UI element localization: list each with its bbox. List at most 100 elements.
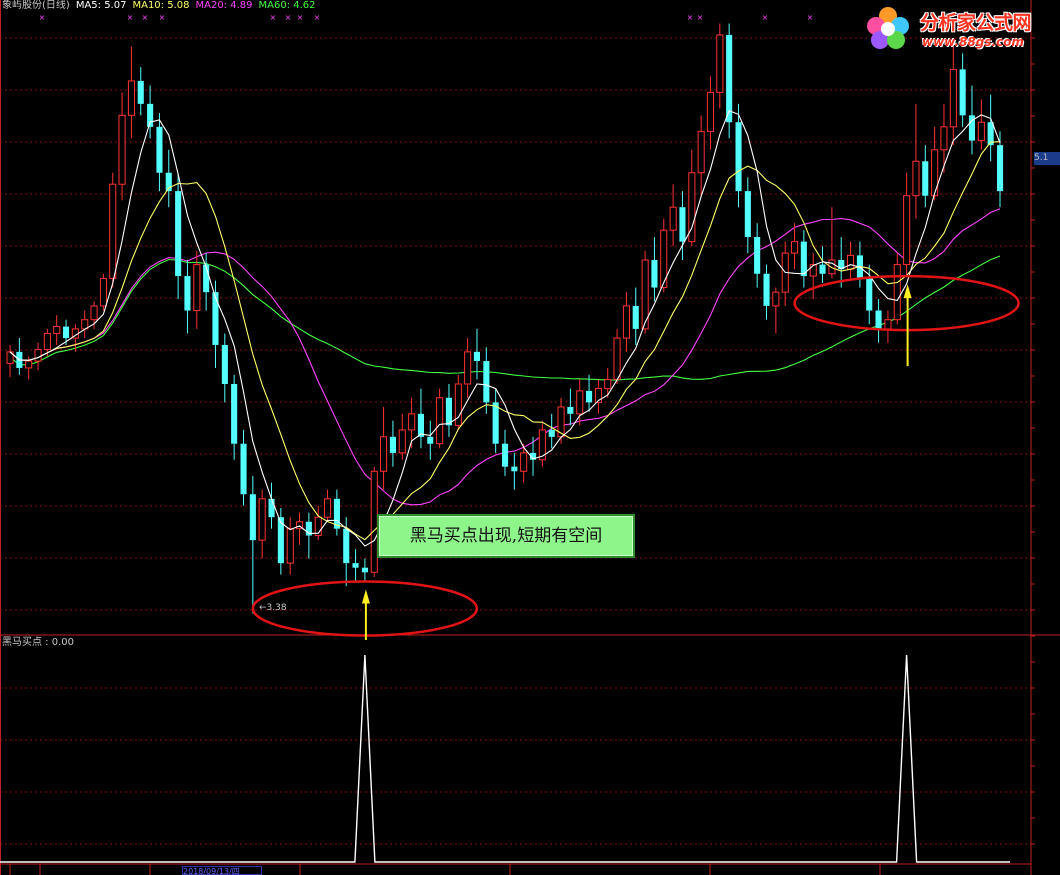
candle-up <box>884 319 892 330</box>
candle-up <box>380 436 388 472</box>
candle-up <box>90 305 98 321</box>
candle-up <box>847 254 855 270</box>
candle-up <box>893 264 901 321</box>
candle-down <box>997 145 1004 192</box>
candle-down <box>511 466 518 472</box>
candle-down <box>819 264 826 274</box>
top-x-marker: × <box>142 13 149 22</box>
candle-up <box>791 241 799 254</box>
candle-up <box>286 528 294 564</box>
buy-point-annotation: 黑马买点出现,短期有空间 <box>377 514 635 558</box>
candle-up <box>193 264 201 312</box>
candle-up <box>613 337 621 380</box>
candle-down <box>231 384 238 444</box>
candle-up <box>109 183 117 279</box>
candle-down <box>492 402 499 444</box>
candle-down <box>754 237 761 274</box>
candle-down <box>389 436 396 453</box>
candle-down <box>735 122 742 192</box>
top-x-marker: × <box>697 13 704 22</box>
candle-down <box>184 276 191 311</box>
current-price-tag: 5.1 <box>1034 152 1060 165</box>
candle-up <box>118 114 126 185</box>
ma10-line <box>9 141 1001 541</box>
top-x-marker: × <box>762 13 769 22</box>
flower-icon <box>867 7 909 49</box>
top-x-marker: × <box>314 13 321 22</box>
candle-down <box>567 406 574 414</box>
kline-stage[interactable]: × × × × × × × × × × × × <box>0 0 1060 875</box>
ma5-value: MA5: 5.07 <box>75 0 127 11</box>
low-price-marker: ←3.38 <box>259 603 287 613</box>
candle-up <box>408 413 416 431</box>
top-x-marker: × <box>687 13 694 22</box>
candle-up <box>669 206 677 231</box>
candle-up <box>912 160 920 197</box>
candle-up <box>324 498 332 518</box>
top-x-marker: × <box>159 13 166 22</box>
candle-up <box>604 378 612 390</box>
ma10-value: MA10: 5.08 <box>132 0 190 11</box>
ma10-path <box>9 141 1001 541</box>
cursor-date-label: 2018/09/13/四 <box>182 866 262 875</box>
candle-up <box>25 360 33 369</box>
top-x-marker: × <box>127 13 134 22</box>
top-x-marker: × <box>285 13 292 22</box>
candle-up <box>809 264 817 277</box>
candle-down <box>922 161 929 196</box>
ma60-path <box>9 255 1001 381</box>
candle-down <box>175 191 182 277</box>
stock-title: 象屿股份(日线) <box>2 0 70 11</box>
top-x-marker: × <box>807 13 814 22</box>
candle-down <box>959 69 966 116</box>
candle-down <box>249 494 256 541</box>
candle-down <box>361 567 368 573</box>
ma5-path <box>9 109 1001 547</box>
candle-up <box>706 91 715 132</box>
candle-up <box>931 149 939 197</box>
ma20-value: MA20: 4.89 <box>195 0 253 11</box>
candle-up <box>977 121 985 142</box>
candle-down <box>800 241 807 277</box>
logo-title: 分析家公式网 <box>920 12 1032 34</box>
top-x-marker: × <box>270 13 277 22</box>
candle-down <box>679 207 686 242</box>
indicator-header: 象屿股份(日线) MA5: 5.07 MA10: 5.08 MA20: 4.89 MA6… <box>2 0 322 12</box>
candle-up <box>258 498 266 541</box>
candle-down <box>212 292 219 345</box>
signal-arrow-head <box>361 589 370 604</box>
candle-down <box>502 443 509 467</box>
top-x-marker: × <box>297 13 304 22</box>
candle-down <box>417 413 424 437</box>
candle-down <box>483 361 490 403</box>
candle-down <box>548 429 555 437</box>
candle-up <box>43 332 51 351</box>
candle-up <box>34 349 42 362</box>
candle-down <box>744 191 751 238</box>
candle-down <box>875 310 882 329</box>
candle-up <box>949 68 957 128</box>
candle-down <box>343 528 350 564</box>
ma5-line <box>9 109 1001 547</box>
candle-down <box>586 390 593 403</box>
candle-up <box>464 351 472 385</box>
candle-down <box>632 305 639 329</box>
ma60-value: MA60: 4.62 <box>258 0 316 11</box>
candle-down <box>240 443 247 495</box>
candle-down <box>473 351 480 362</box>
site-logo[interactable]: 分析家公式网 www.88gs.com <box>860 4 1056 56</box>
candle-up <box>716 34 724 93</box>
candle-up <box>436 397 444 445</box>
signal-line <box>0 654 1010 863</box>
candle-down <box>763 273 770 306</box>
candle-down <box>866 278 873 311</box>
ma60-line <box>9 255 1001 381</box>
candle-up <box>127 80 135 116</box>
candle-down <box>726 34 733 123</box>
candle-up <box>697 130 705 174</box>
candle-down <box>221 344 228 384</box>
logo-url: www.88gs.com <box>922 35 1024 49</box>
candle-down <box>156 126 163 173</box>
candle-up <box>576 390 584 415</box>
candle-down <box>445 397 452 426</box>
